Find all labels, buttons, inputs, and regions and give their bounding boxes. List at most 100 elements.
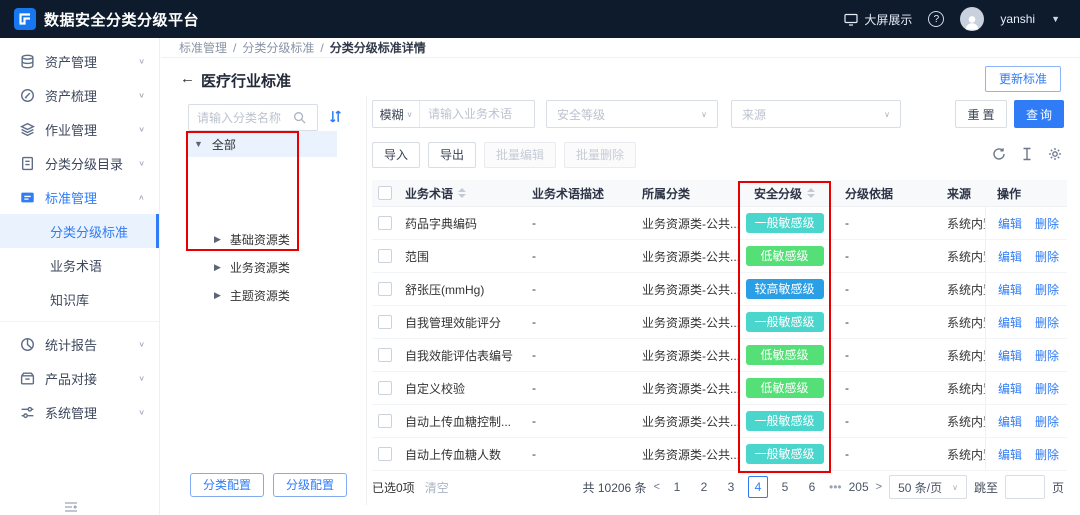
edit-link[interactable]: 编辑 [998, 380, 1022, 397]
caret-right-icon[interactable]: ▶ [214, 234, 221, 245]
sidebar-item-asset-management[interactable]: 资产管理 ∨ [0, 44, 159, 78]
match-mode-select[interactable]: 模糊 ∨ [373, 101, 420, 127]
sidebar-item-standard-management[interactable]: 标准管理 ∨ [0, 180, 159, 214]
page-number[interactable]: 6 [802, 476, 822, 498]
delete-link[interactable]: 删除 [1035, 215, 1059, 232]
edit-link[interactable]: 编辑 [998, 413, 1022, 430]
delete-link[interactable]: 删除 [1035, 413, 1059, 430]
cell-desc: - [528, 207, 638, 239]
security-level-select[interactable]: 安全等级 ∨ [546, 100, 718, 128]
avatar[interactable] [960, 7, 984, 31]
tree-node-theme-resources[interactable]: ▶ 主题资源类 [187, 281, 337, 309]
row-checkbox[interactable] [378, 216, 392, 230]
jump-page-input[interactable] [1005, 475, 1045, 499]
cell-category: 业务资源类-公共... [638, 405, 738, 437]
prev-page-icon[interactable]: < [654, 481, 660, 493]
tree-node-basic-resources[interactable]: ▶ 基础资源类 [187, 225, 337, 253]
batch-delete-button[interactable]: 批量删除 [564, 142, 636, 168]
header-security-level[interactable]: 安全分级 [738, 180, 831, 206]
refresh-icon[interactable] [992, 147, 1006, 161]
tree-search-input[interactable] [197, 111, 293, 125]
import-button[interactable]: 导入 [372, 142, 420, 168]
tree-search-box [188, 104, 318, 131]
edit-link[interactable]: 编辑 [998, 446, 1022, 463]
query-button[interactable]: 查询 [1014, 100, 1064, 128]
caret-down-icon[interactable]: ▼ [194, 139, 203, 149]
search-icon[interactable] [293, 111, 306, 124]
sidebar-item-product-integration[interactable]: 产品对接 ∨ [0, 361, 159, 395]
select-all-checkbox[interactable] [378, 186, 392, 200]
delete-link[interactable]: 删除 [1035, 314, 1059, 331]
edit-link[interactable]: 编辑 [998, 215, 1022, 232]
row-checkbox[interactable] [378, 447, 392, 461]
row-checkbox[interactable] [378, 282, 392, 296]
main-content: ← 医疗行业标准 更新标准 ▼ 全部 ▶ 基础资源类 ▶ 业务资源类 ▶ 主题资… [161, 58, 1080, 515]
sort-carets-icon[interactable] [807, 188, 815, 198]
breadcrumb-item[interactable]: 标准管理 [179, 39, 227, 56]
sidebar-item-system-management[interactable]: 系统管理 ∨ [0, 395, 159, 429]
breadcrumb-item[interactable]: 分类分级标准 [242, 39, 314, 56]
row-checkbox[interactable] [378, 315, 392, 329]
business-term-input[interactable] [420, 107, 534, 121]
tree-node-all[interactable]: ▼ 全部 [187, 131, 337, 157]
edit-link[interactable]: 编辑 [998, 347, 1022, 364]
page-size-select[interactable]: 50 条/页 ∨ [889, 475, 967, 499]
delete-link[interactable]: 删除 [1035, 281, 1059, 298]
settings-gear-icon[interactable] [1048, 147, 1062, 161]
delete-link[interactable]: 删除 [1035, 446, 1059, 463]
reset-button[interactable]: 重置 [955, 100, 1007, 128]
row-checkbox[interactable] [378, 348, 392, 362]
sidebar-item-job-management[interactable]: 作业管理 ∨ [0, 112, 159, 146]
delete-link[interactable]: 删除 [1035, 248, 1059, 265]
export-button[interactable]: 导出 [428, 142, 476, 168]
back-button[interactable]: ← [180, 70, 195, 87]
sidebar-subitem-knowledge-base[interactable]: 知识库 [0, 282, 159, 316]
tree-node-business-resources[interactable]: ▶ 业务资源类 [187, 253, 337, 281]
help-icon[interactable]: ? [928, 11, 944, 27]
cell-desc: - [528, 438, 638, 470]
page-number[interactable]: 5 [775, 476, 795, 498]
next-page-icon[interactable]: > [876, 481, 882, 493]
page-number[interactable]: 3 [721, 476, 741, 498]
sidebar-item-label: 资产管理 [45, 52, 128, 71]
edit-link[interactable]: 编辑 [998, 248, 1022, 265]
row-checkbox[interactable] [378, 381, 392, 395]
page-number[interactable]: 1 [667, 476, 687, 498]
sort-icon[interactable] [328, 109, 343, 124]
page-number[interactable]: 205 [849, 476, 869, 498]
clear-selection-link[interactable]: 清空 [425, 479, 449, 496]
edit-link[interactable]: 编辑 [998, 281, 1022, 298]
document-icon [20, 156, 35, 171]
fullscreen-display-button[interactable]: 大屏展示 [844, 11, 912, 28]
collapse-sidebar-icon[interactable] [64, 501, 78, 513]
tree-node-label: 基础资源类 [230, 231, 290, 248]
tree-node-label: 业务资源类 [230, 259, 290, 276]
caret-right-icon[interactable]: ▶ [214, 290, 221, 301]
sidebar-subitem-classification-standard[interactable]: 分类分级标准 [0, 214, 159, 248]
update-standard-button[interactable]: 更新标准 [985, 66, 1061, 92]
page-ellipsis[interactable]: ••• [829, 480, 842, 494]
classification-config-button[interactable]: 分类配置 [190, 473, 264, 497]
batch-edit-button[interactable]: 批量编辑 [484, 142, 556, 168]
sort-carets-icon[interactable] [458, 188, 466, 198]
sidebar-item-label: 产品对接 [45, 369, 128, 388]
header-business-term[interactable]: 业务术语 [401, 180, 528, 206]
column-height-icon[interactable] [1020, 147, 1034, 161]
grading-config-button[interactable]: 分级配置 [273, 473, 347, 497]
row-checkbox[interactable] [378, 414, 392, 428]
page-number-current[interactable]: 4 [748, 476, 768, 498]
sidebar-item-classification-catalog[interactable]: 分类分级目录 ∨ [0, 146, 159, 180]
chevron-down-icon[interactable]: ▼ [1051, 14, 1060, 24]
sidebar-subitem-business-terms[interactable]: 业务术语 [0, 248, 159, 282]
delete-link[interactable]: 删除 [1035, 380, 1059, 397]
row-checkbox[interactable] [378, 249, 392, 263]
caret-right-icon[interactable]: ▶ [214, 262, 221, 273]
sidebar-item-statistics-report[interactable]: 统计报告 ∨ [0, 327, 159, 361]
chevron-down-icon: ∨ [138, 125, 145, 134]
sidebar-item-asset-sorting[interactable]: 资产梳理 ∨ [0, 78, 159, 112]
edit-link[interactable]: 编辑 [998, 314, 1022, 331]
page-number[interactable]: 2 [694, 476, 714, 498]
source-select[interactable]: 来源 ∨ [731, 100, 901, 128]
delete-link[interactable]: 删除 [1035, 347, 1059, 364]
username[interactable]: yanshi [1000, 12, 1035, 26]
